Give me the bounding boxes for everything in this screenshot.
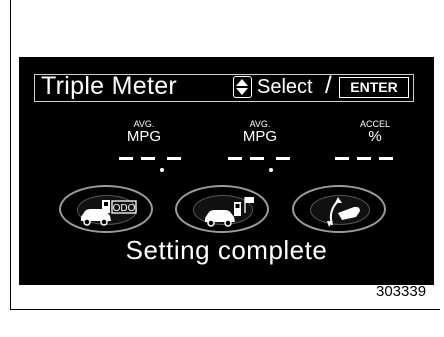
- title-bar: Triple Meter Select / ENTER: [34, 72, 414, 102]
- accelerator-pedal-icon: [327, 197, 360, 227]
- meter-accel: ACCEL %: [325, 119, 425, 179]
- enter-button[interactable]: ENTER: [339, 77, 409, 98]
- screen-title: Triple Meter: [41, 72, 178, 100]
- meter-avg-mpg-2: AVG. MPG: [210, 119, 310, 179]
- meter-value-dashes: [325, 157, 425, 169]
- meter-label-main: MPG: [242, 128, 278, 145]
- odo-meter-button[interactable]: ODO: [59, 185, 153, 233]
- fuel-flag-button[interactable]: [175, 185, 269, 233]
- meter-label-main: %: [368, 128, 382, 145]
- meter-avg-mpg-1: AVG. MPG: [94, 119, 194, 179]
- car-fuel-odo-icon: ODO: [81, 200, 137, 226]
- meter-value-dashes: [210, 157, 310, 172]
- odo-text: ODO: [113, 203, 136, 214]
- up-down-arrows-icon: [233, 76, 252, 98]
- accel-button[interactable]: [292, 185, 386, 233]
- meter-value-dashes: [94, 157, 194, 172]
- car-fuel-flag-icon: [205, 197, 254, 227]
- select-label: Select: [257, 76, 313, 98]
- figure-id: 303339: [376, 283, 427, 300]
- status-message: Setting complete: [125, 235, 328, 265]
- display-screen: Triple Meter Select / ENTER AVG. MPG AVG…: [19, 57, 434, 285]
- meter-label-main: MPG: [126, 128, 162, 145]
- slash-separator: /: [325, 72, 332, 99]
